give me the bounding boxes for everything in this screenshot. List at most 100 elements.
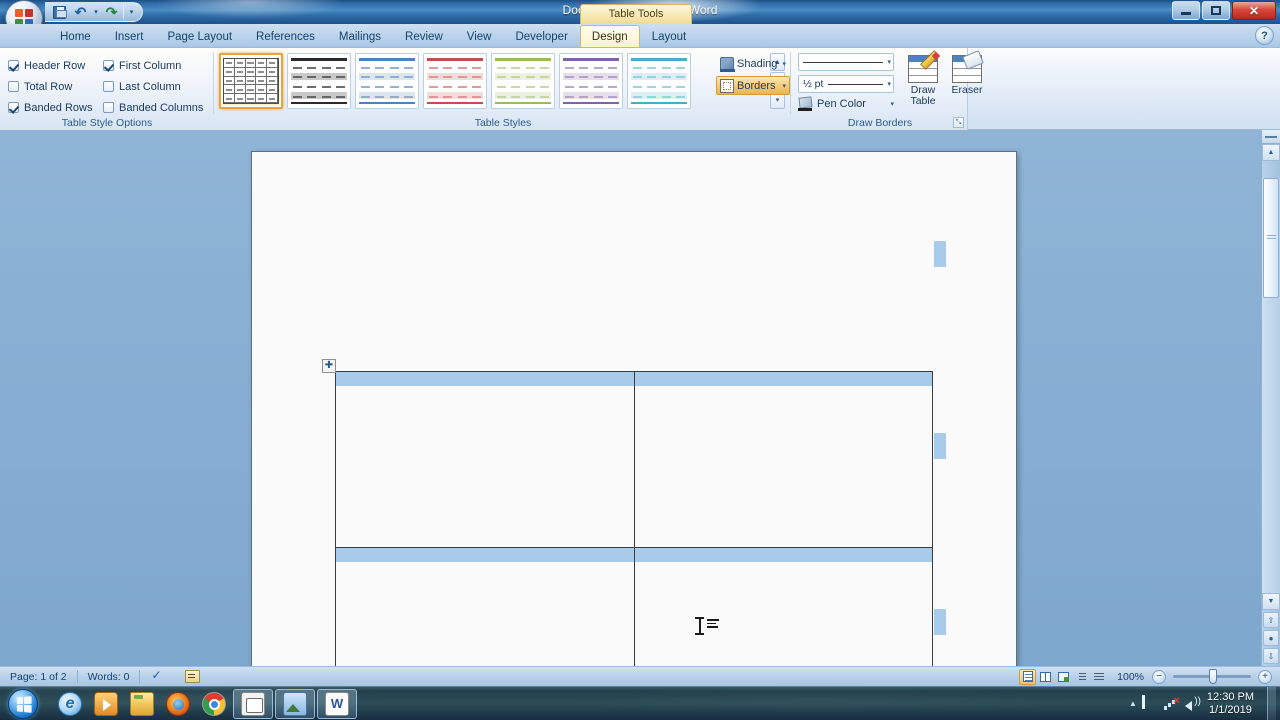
show-hidden-icons-button[interactable]: ▲ [1129, 699, 1137, 708]
checkbox-header-row[interactable]: Header Row [8, 55, 103, 76]
table-move-handle[interactable]: ✚ [322, 359, 336, 373]
restore-button[interactable] [1202, 1, 1230, 20]
table-style-light-shading-accent5[interactable] [627, 53, 691, 109]
table-cell[interactable] [335, 371, 635, 548]
table-row[interactable] [335, 371, 933, 548]
end-of-row-marker [934, 241, 946, 267]
clock[interactable]: 12:30 PM 1/1/2019 [1204, 691, 1261, 717]
cell-selection-band [336, 372, 634, 386]
taskbar-windows-explorer[interactable] [125, 689, 159, 719]
scrollbar-track[interactable] [1262, 178, 1280, 594]
window-controls: ✕ [1172, 1, 1276, 20]
zoom-slider-handle[interactable] [1209, 669, 1217, 684]
tab-insert[interactable]: Insert [103, 25, 156, 47]
draw-table-label-line2: Table [910, 95, 936, 107]
redo-button[interactable]: ↷ [101, 3, 122, 21]
taskbar-windows-media-player[interactable] [89, 689, 123, 719]
select-browse-object-button[interactable]: ● [1263, 630, 1279, 646]
table-style-light-shading-dark[interactable] [287, 53, 351, 109]
tab-design[interactable]: Design [579, 25, 640, 47]
checkbox-banded-columns[interactable]: Banded Columns [103, 97, 213, 118]
pen-color-button[interactable]: Pen Color ▾ [798, 97, 894, 111]
table-cell[interactable] [633, 371, 933, 548]
page-indicator[interactable]: Page: 1 of 2 [0, 667, 77, 687]
zoom-in-button[interactable]: + [1258, 669, 1272, 684]
tab-home[interactable]: Home [48, 25, 103, 47]
checkbox-first-column[interactable]: First Column [103, 55, 213, 76]
draw-borders-dialog-launcher[interactable]: ⤡ [953, 117, 964, 128]
scroll-up-button[interactable]: ▲ [1262, 144, 1280, 161]
taskbar-window-photo[interactable] [275, 688, 315, 719]
tab-review[interactable]: Review [393, 25, 455, 47]
close-button[interactable]: ✕ [1232, 1, 1276, 20]
checkbox-label: Total Row [24, 80, 73, 93]
clock-date: 1/1/2019 [1209, 703, 1252, 716]
tab-layout[interactable]: Layout [640, 25, 699, 47]
zoom-level[interactable]: 100% [1117, 671, 1144, 683]
taskbar-window-word[interactable] [317, 688, 357, 719]
view-full-screen-reading[interactable] [1037, 669, 1054, 685]
line-weight-combo[interactable]: ½ pt ▾ [798, 75, 894, 93]
undo-button[interactable]: ↶ [70, 3, 91, 21]
table-style-table-grid[interactable] [219, 53, 283, 109]
checkbox-total-row[interactable]: Total Row [8, 76, 103, 97]
windows-media-player-icon [94, 691, 118, 716]
zoom-out-button[interactable]: − [1152, 669, 1166, 684]
table-style-light-shading-accent3[interactable] [491, 53, 555, 109]
tab-developer[interactable]: Developer [503, 25, 579, 47]
chevron-down-icon: ▾ [890, 101, 894, 108]
borders-button[interactable]: Borders ▾ [716, 76, 790, 95]
vertical-scrollbar[interactable]: ▲ ▼ ⇧ ● ⇩ [1261, 130, 1280, 666]
customize-qat-button[interactable]: ▾ [125, 3, 138, 21]
language-button[interactable] [175, 667, 210, 687]
checkbox-banded-rows[interactable]: Banded Rows [8, 97, 103, 118]
next-page-button[interactable]: ⇩ [1263, 648, 1279, 664]
eraser-button[interactable]: Eraser [946, 50, 988, 114]
view-outline[interactable] [1073, 669, 1090, 685]
word-count[interactable]: Words: 0 [78, 667, 140, 687]
draw-table-button[interactable]: Draw Table [902, 52, 944, 114]
draft-icon [1094, 672, 1105, 682]
proofing-status-button[interactable] [140, 667, 175, 687]
end-of-row-marker [934, 609, 946, 635]
view-print-layout[interactable] [1019, 668, 1037, 685]
action-center-icon[interactable] [1142, 695, 1158, 711]
table-row[interactable] [335, 547, 933, 666]
checkbox-last-column[interactable]: Last Column [103, 76, 213, 97]
taskbar-internet-explorer[interactable] [53, 689, 87, 719]
split-window-handle[interactable] [1262, 130, 1280, 144]
table-style-light-shading-accent4[interactable] [559, 53, 623, 109]
undo-dropdown[interactable]: ▾ [91, 3, 101, 21]
table-style-light-shading-accent2[interactable] [423, 53, 487, 109]
scroll-down-button[interactable]: ▼ [1262, 593, 1280, 610]
table-cell[interactable] [633, 547, 933, 666]
view-draft[interactable] [1091, 669, 1108, 685]
start-button[interactable] [1, 688, 45, 720]
taskbar-google-chrome[interactable] [197, 689, 231, 719]
show-desktop-button[interactable] [1267, 686, 1276, 720]
previous-page-button[interactable]: ⇧ [1263, 612, 1279, 628]
zoom-slider[interactable] [1173, 669, 1251, 684]
tab-references[interactable]: References [244, 25, 327, 47]
taskbar-firefox[interactable] [161, 689, 195, 719]
minimize-button[interactable] [1172, 1, 1200, 20]
volume-icon[interactable] [1184, 696, 1201, 711]
scrollbar-thumb[interactable] [1263, 178, 1279, 298]
shading-button[interactable]: Shading ▾ [716, 54, 790, 73]
tab-page-layout[interactable]: Page Layout [155, 25, 244, 47]
table-cell[interactable] [335, 547, 635, 666]
save-button[interactable] [49, 3, 70, 21]
document-canvas[interactable]: ✚ [0, 130, 1280, 666]
tab-view[interactable]: View [455, 25, 504, 47]
tab-mailings[interactable]: Mailings [327, 25, 393, 47]
line-style-combo[interactable]: ▾ [798, 53, 894, 71]
table-style-light-shading-accent1[interactable] [355, 53, 419, 109]
network-icon[interactable] [1163, 695, 1180, 710]
print-layout-icon [1022, 671, 1033, 682]
word-table[interactable] [335, 371, 933, 666]
full-screen-reading-icon [1040, 671, 1052, 682]
borders-icon [720, 78, 734, 93]
view-web-layout[interactable] [1055, 669, 1072, 685]
help-button[interactable]: ? [1255, 26, 1274, 45]
taskbar-window-media[interactable] [233, 688, 273, 719]
